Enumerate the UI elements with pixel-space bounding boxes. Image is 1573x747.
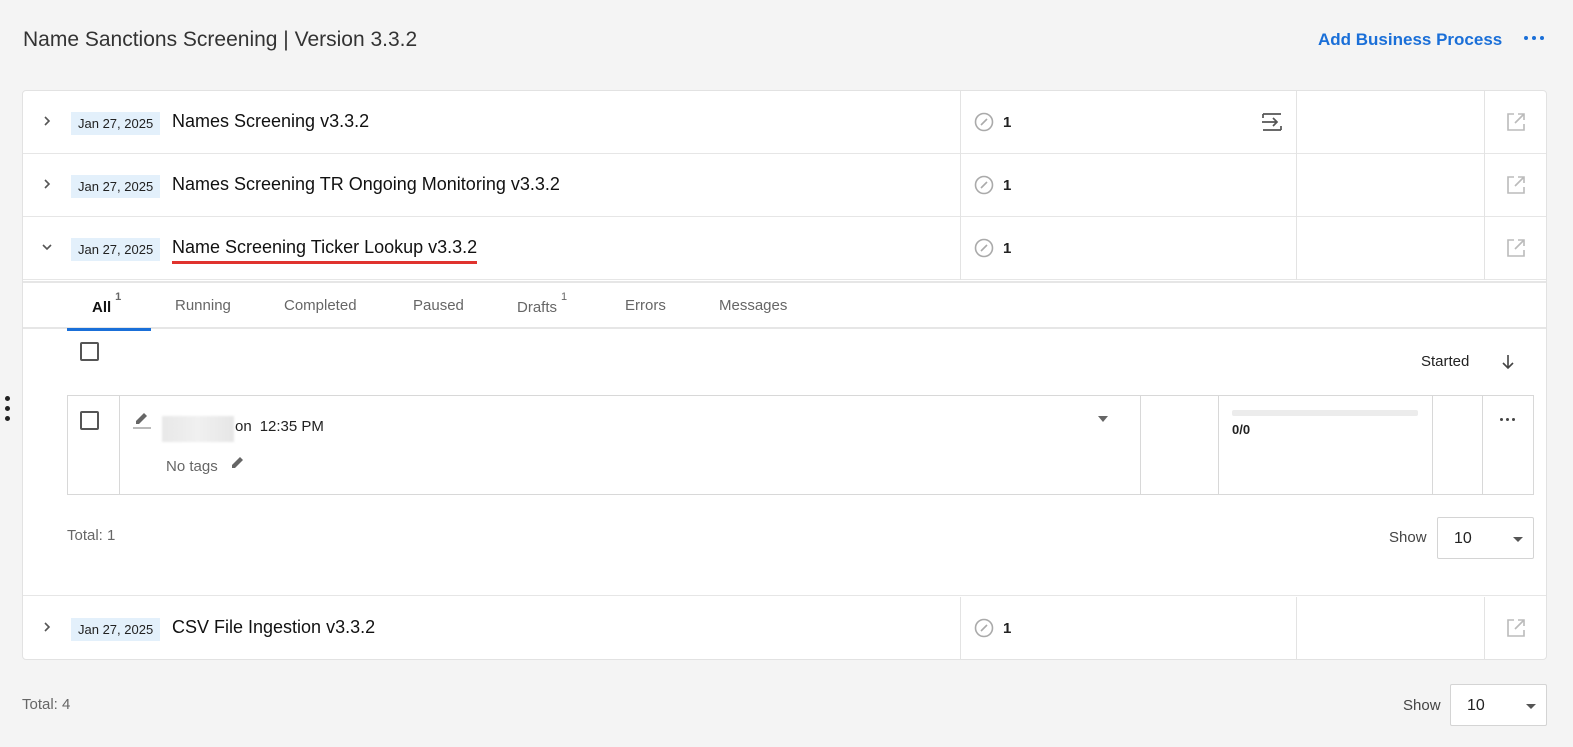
chevron-right-icon[interactable] [41, 621, 53, 633]
dropdown-caret-icon [1513, 537, 1523, 542]
instances-page-size-select[interactable]: 10 [1437, 517, 1534, 559]
open-external-icon[interactable] [1505, 237, 1527, 259]
page-title: Name Sanctions Screening | Version 3.3.2 [23, 28, 418, 51]
show-label: Show [1389, 529, 1427, 546]
instance-row[interactable]: on 12:35 PM No tags 0/0 [67, 395, 1534, 495]
tab-paused[interactable]: Paused [413, 297, 464, 314]
flow-icon[interactable] [1260, 111, 1284, 133]
processes-total: Total: 4 [22, 696, 71, 713]
process-name[interactable]: Names Screening TR Ongoing Monitoring v3… [172, 174, 560, 195]
date-badge: Jan 27, 2025 [71, 175, 161, 198]
process-row[interactable]: Jan 27, 2025 Names Screening v3.3.2 1 [23, 91, 1546, 154]
tab-completed[interactable]: Completed [284, 297, 357, 314]
open-external-icon[interactable] [1505, 617, 1527, 639]
instances-total: Total: 1 [67, 527, 116, 544]
select-all-checkbox[interactable] [80, 342, 99, 361]
instance-count-icon [974, 175, 994, 195]
more-options-icon[interactable] [1524, 36, 1546, 42]
tags-label: No tags [166, 458, 218, 475]
tab-errors[interactable]: Errors [625, 297, 666, 314]
process-row-expanded[interactable]: Jan 27, 2025 Name Screening Ticker Looku… [23, 217, 1546, 280]
process-name[interactable]: CSV File Ingestion v3.3.2 [172, 617, 375, 638]
instance-tabs: All1 Running Completed Paused Drafts1 Er… [23, 281, 1546, 331]
edit-tags-icon[interactable] [230, 454, 246, 470]
instance-count-icon [974, 238, 994, 258]
instance-count-icon [974, 618, 994, 638]
active-tab-indicator [67, 328, 151, 331]
date-badge: Jan 27, 2025 [71, 112, 161, 135]
instance-count: 1 [1003, 114, 1012, 131]
drag-handle-icon[interactable] [5, 396, 11, 422]
show-label: Show [1403, 697, 1441, 714]
instance-more-icon[interactable] [1500, 418, 1518, 422]
process-row[interactable]: Jan 27, 2025 Names Screening TR Ongoing … [23, 154, 1546, 217]
instance-count: 1 [1003, 620, 1012, 637]
expand-caret-icon[interactable] [1098, 416, 1108, 422]
instance-started: on 12:35 PM [235, 418, 324, 435]
dropdown-caret-icon [1526, 704, 1536, 709]
process-name[interactable]: Name Screening Ticker Lookup v3.3.2 [172, 237, 478, 264]
process-name[interactable]: Names Screening v3.3.2 [172, 111, 369, 132]
instance-count: 1 [1003, 177, 1012, 194]
instance-count-icon [974, 112, 994, 132]
process-detail-panel: All1 Running Completed Paused Drafts1 Er… [23, 281, 1546, 596]
chevron-right-icon[interactable] [41, 115, 53, 127]
date-badge: Jan 27, 2025 [71, 238, 161, 261]
tab-running[interactable]: Running [175, 297, 231, 314]
open-external-icon[interactable] [1505, 174, 1527, 196]
instance-count: 1 [1003, 240, 1012, 257]
business-process-list: Jan 27, 2025 Names Screening v3.3.2 1 Ja… [22, 90, 1547, 660]
draft-pencil-icon [133, 413, 151, 429]
sort-column-label[interactable]: Started [1421, 353, 1469, 370]
process-row[interactable]: Jan 27, 2025 CSV File Ingestion v3.3.2 1 [23, 597, 1546, 660]
tab-messages[interactable]: Messages [719, 297, 787, 314]
tab-all[interactable]: All1 [92, 291, 121, 316]
instance-checkbox[interactable] [80, 411, 99, 430]
progress-bar [1232, 410, 1418, 416]
arrow-down-icon[interactable] [1500, 353, 1516, 371]
progress-text: 0/0 [1232, 422, 1251, 437]
add-business-process-button[interactable]: Add Business Process [1318, 30, 1502, 50]
chevron-right-icon[interactable] [41, 178, 53, 190]
tab-drafts[interactable]: Drafts1 [517, 291, 567, 316]
date-badge: Jan 27, 2025 [71, 618, 161, 641]
chevron-down-icon[interactable] [41, 241, 53, 253]
redacted-user-name [162, 416, 234, 442]
processes-page-size-select[interactable]: 10 [1450, 684, 1547, 726]
open-external-icon[interactable] [1505, 111, 1527, 133]
